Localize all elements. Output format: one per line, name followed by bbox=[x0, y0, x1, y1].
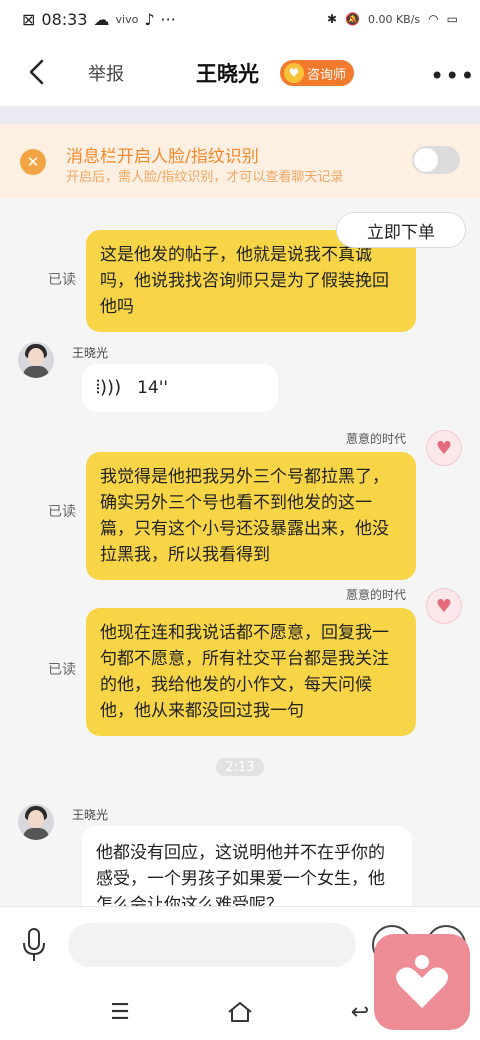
avatar-consultant[interactable] bbox=[18, 804, 54, 840]
microphone-icon bbox=[23, 928, 45, 961]
tiktok-icon: ♪ bbox=[144, 9, 155, 29]
toggle-knob bbox=[414, 148, 438, 172]
header-divider bbox=[0, 106, 480, 124]
sender-name: 王晓光 bbox=[72, 808, 109, 822]
order-now-button[interactable]: 立即下单 bbox=[336, 212, 466, 248]
avatar-self[interactable]: ♥ bbox=[426, 430, 462, 466]
face-id-toggle[interactable] bbox=[412, 146, 460, 174]
read-status: 已读 bbox=[48, 272, 76, 288]
back-nav-button[interactable]: ↩ bbox=[346, 998, 374, 1026]
status-bar: ⊠ 08:33 ☁ vivo ♪ ··· ✱ 🔕 0.00 KB/s ◠ ▭ bbox=[0, 0, 480, 38]
badge-heart-icon: ♥ bbox=[284, 63, 304, 83]
nav-bar: 举报 王晓光 ♥ 咨询师 ••• bbox=[0, 38, 480, 106]
voice-duration: 14'' bbox=[137, 378, 169, 398]
close-notice-button[interactable]: ✕ bbox=[20, 149, 46, 175]
time-divider: 2:13 bbox=[216, 758, 264, 776]
mute-icon: 🔕 bbox=[345, 12, 360, 26]
heart-icon: ♥ bbox=[435, 437, 453, 459]
net-unit: KB/s bbox=[395, 12, 421, 26]
menu-nav-button[interactable]: ☰ bbox=[106, 998, 134, 1026]
return-icon: ↩ bbox=[350, 999, 370, 1025]
menu-icon: ☰ bbox=[110, 999, 130, 1025]
net-speed: 0.00 bbox=[367, 12, 393, 26]
avatar-consultant[interactable] bbox=[18, 342, 54, 378]
back-button[interactable] bbox=[18, 52, 54, 92]
sender-name: 蒽意的时代 bbox=[346, 432, 407, 446]
status-time: 08:33 bbox=[41, 9, 88, 29]
vivo-icon: vivo bbox=[115, 12, 139, 26]
more-options-button[interactable]: ••• bbox=[430, 62, 475, 90]
notice-subtitle: 开启后，需人脸/指纹识别，才可以查看聊天记录 bbox=[66, 170, 344, 185]
more-status-icon: ··· bbox=[160, 9, 176, 29]
voice-input-button[interactable] bbox=[16, 925, 52, 965]
back-arrow-icon bbox=[29, 59, 44, 85]
message-bubble-self[interactable]: 我觉得是他把我另外三个号都拉黑了，确实另外三个号也看不到他发的这一篇，只有这个小… bbox=[86, 452, 416, 580]
message-bubble-self[interactable]: 他现在连和我说话都不愿意，回复我一句都不愿意，所有社交平台都是我关注的他，我给他… bbox=[86, 608, 416, 736]
chat-messages[interactable]: 这是他发的帖子，他就是说我不真诚吗，他说我找咨询师只是为了假装挽回他吗 已读 立… bbox=[0, 198, 480, 906]
consultant-badge: ♥ 咨询师 bbox=[280, 60, 355, 86]
heart-person-icon bbox=[396, 955, 448, 1008]
cloud-icon: ☁ bbox=[93, 9, 110, 29]
home-nav-button[interactable] bbox=[226, 998, 254, 1026]
message-bubble-other[interactable]: 他都没有回应，这说明他并不在乎你的感受，一个男孩子如果爱一个女生，他怎么会让你这… bbox=[82, 826, 412, 906]
sender-name: 王晓光 bbox=[72, 346, 109, 360]
sender-name: 蒽意的时代 bbox=[346, 588, 407, 602]
home-icon bbox=[228, 1002, 252, 1022]
heart-icon: ♥ bbox=[435, 595, 453, 617]
floating-app-shortcut[interactable] bbox=[374, 934, 470, 1030]
notification-x-icon: ⊠ bbox=[22, 9, 36, 29]
read-status: 已读 bbox=[48, 504, 76, 520]
badge-label: 咨询师 bbox=[307, 67, 347, 83]
close-icon: ✕ bbox=[26, 153, 40, 171]
security-notice-banner: ✕ 消息栏开启人脸/指纹识别 开启后，需人脸/指纹识别，才可以查看聊天记录 bbox=[0, 124, 480, 198]
read-status: 已读 bbox=[48, 662, 76, 678]
voice-message-bubble[interactable]: ⦙))) 14'' bbox=[82, 364, 278, 412]
battery-icon: ▭ bbox=[446, 12, 458, 26]
avatar-self[interactable]: ♥ bbox=[426, 588, 462, 624]
wifi-icon: ◠ bbox=[428, 12, 439, 26]
report-button[interactable]: 举报 bbox=[88, 60, 124, 86]
notice-title: 消息栏开启人脸/指纹识别 bbox=[66, 147, 259, 167]
chat-title: 王晓光 bbox=[196, 62, 259, 86]
bluetooth-icon: ✱ bbox=[326, 12, 338, 26]
voice-wave-icon: ⦙))) bbox=[96, 377, 122, 398]
message-input[interactable] bbox=[68, 923, 356, 967]
